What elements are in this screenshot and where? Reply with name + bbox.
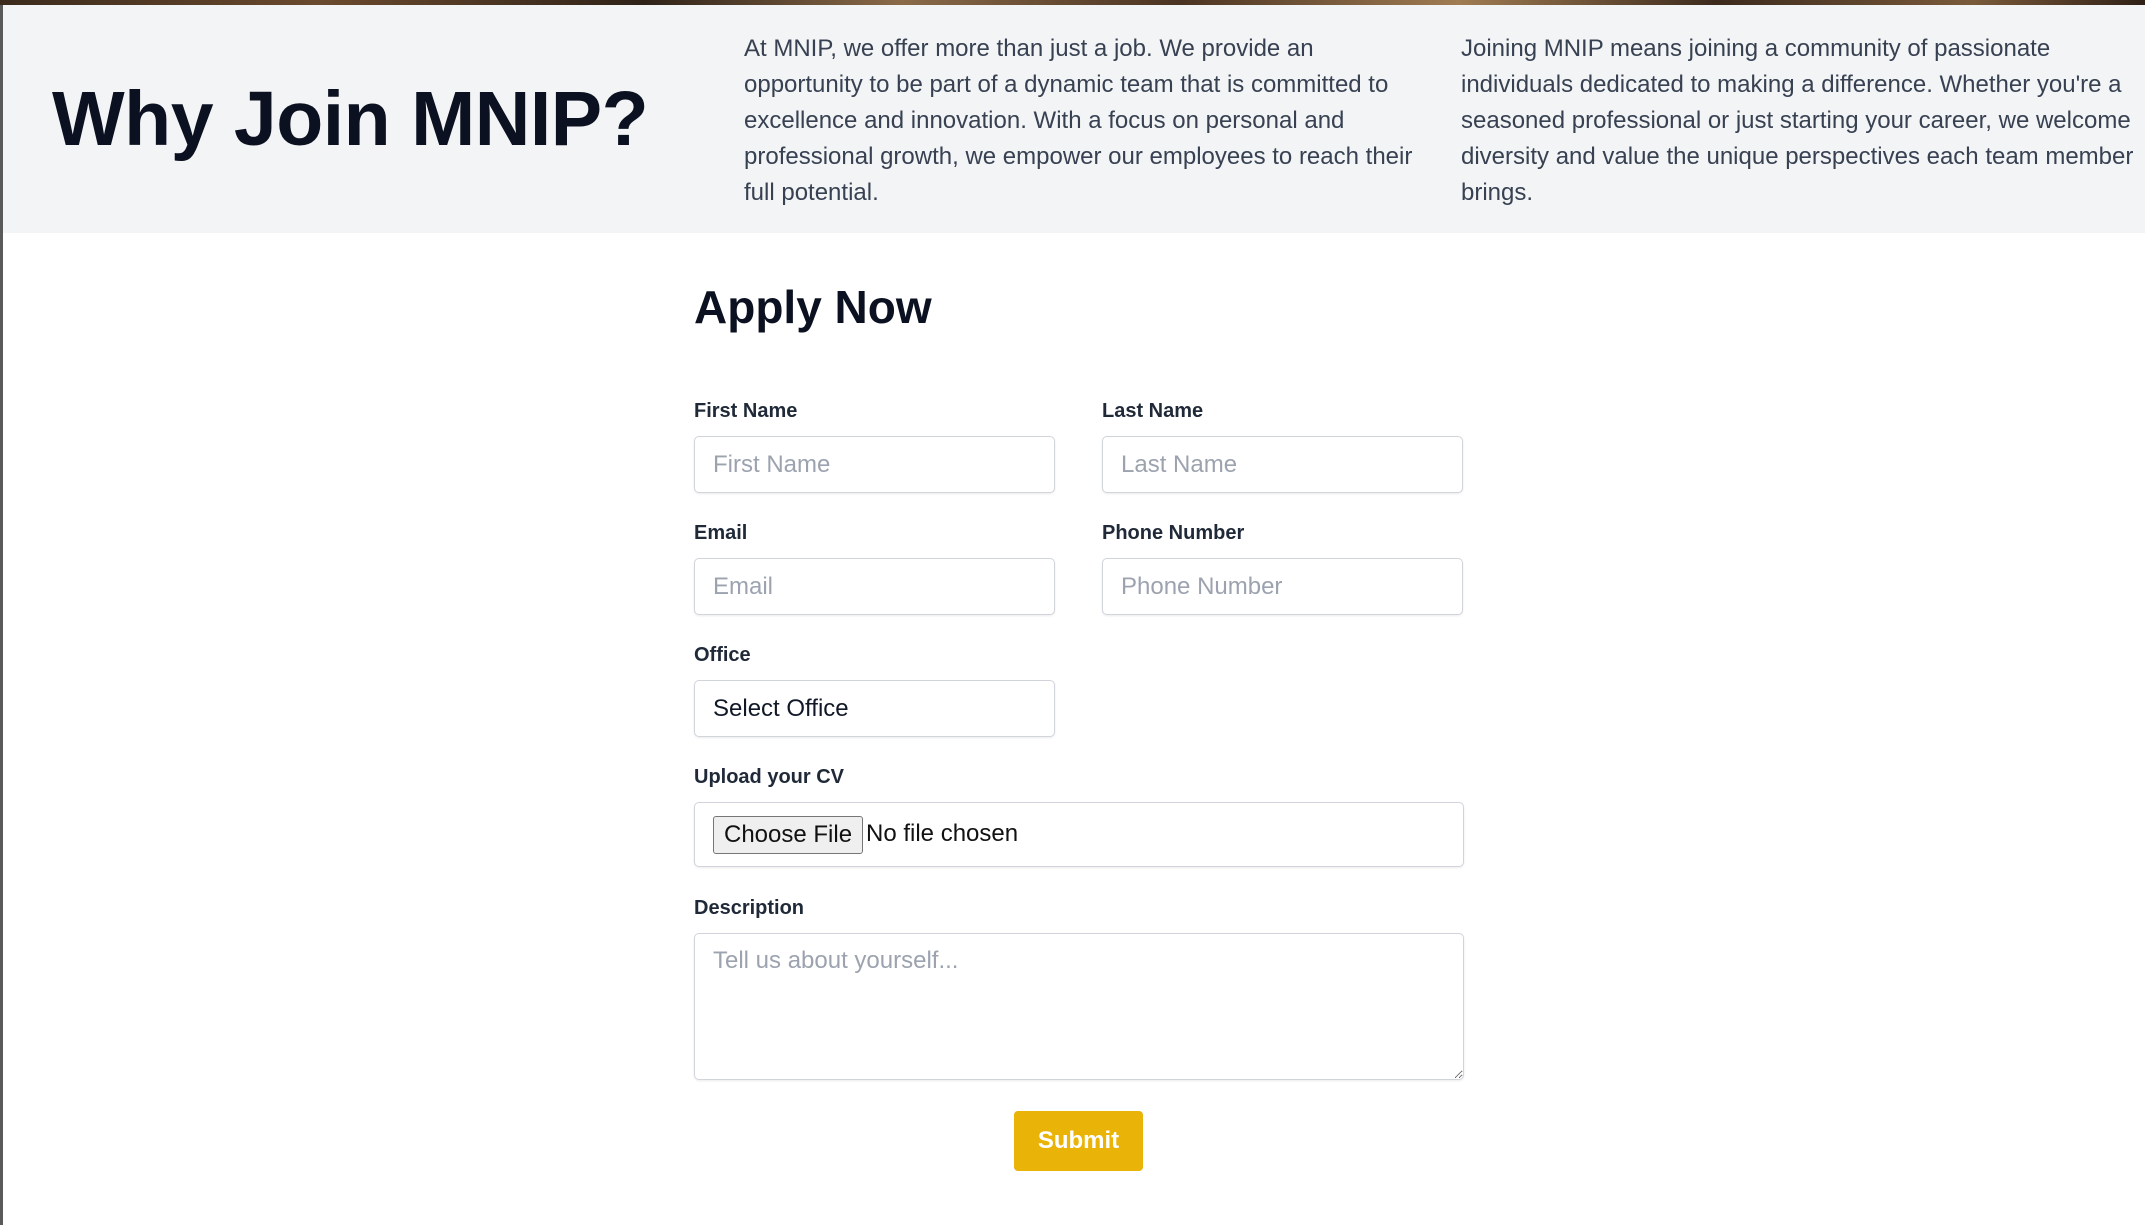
why-join-paragraph-2: Joining MNIP means joining a community o… <box>1461 35 2134 206</box>
why-join-title: Why Join MNIP? <box>52 76 649 162</box>
file-status-text: No file chosen <box>866 820 1019 847</box>
office-label: Office <box>694 644 751 666</box>
office-select-value: Select Office <box>713 695 849 722</box>
last-name-input[interactable] <box>1102 436 1463 493</box>
first-name-input[interactable] <box>694 436 1055 493</box>
apply-now-title: Apply Now <box>694 281 932 333</box>
office-select[interactable]: Select Office <box>694 680 1055 737</box>
phone-number-label: Phone Number <box>1102 522 1245 544</box>
upload-cv-label: Upload your CV <box>694 766 845 788</box>
email-label: Email <box>694 522 748 544</box>
last-name-label: Last Name <box>1102 400 1204 422</box>
phone-number-input[interactable] <box>1102 558 1463 615</box>
description-wrapper <box>694 933 1464 1080</box>
description-textarea[interactable] <box>694 933 1464 1080</box>
description-label: Description <box>694 897 805 919</box>
submit-button[interactable]: Submit <box>1014 1111 1143 1171</box>
first-name-label: First Name <box>694 400 798 422</box>
why-join-paragraph-1: At MNIP, we offer more than just a job. … <box>744 35 1413 206</box>
cv-file-input[interactable]: Choose File No file chosen <box>694 802 1464 867</box>
why-join-section: Why Join MNIP? At MNIP, we offer more th… <box>3 5 2145 233</box>
email-input[interactable] <box>694 558 1055 615</box>
choose-file-button[interactable]: Choose File <box>713 816 864 854</box>
